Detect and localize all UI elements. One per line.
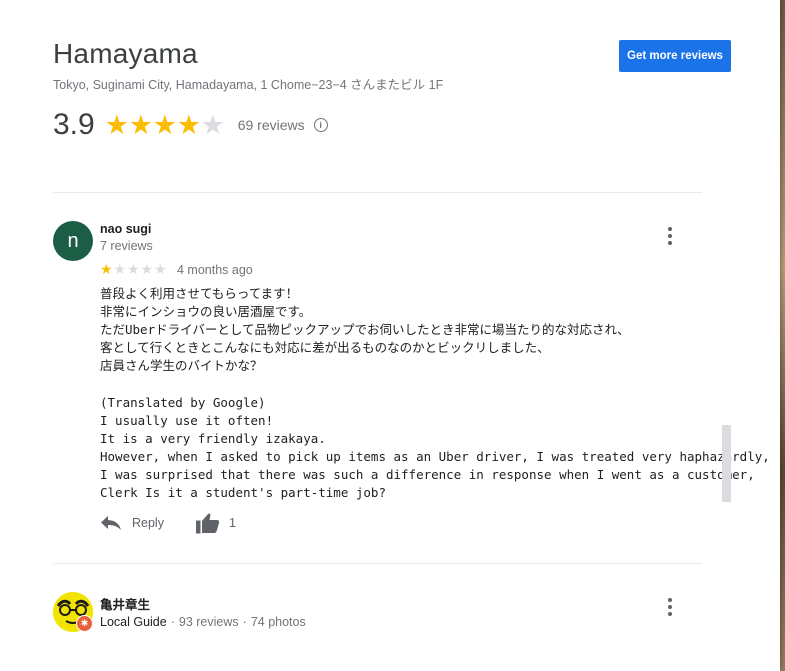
local-guide-label: Local Guide	[100, 615, 167, 629]
review-rating-stars: ★ ★ ★ ★ ★	[100, 262, 168, 276]
place-address: Tokyo, Suginami City, Hamadayama, 1 Chom…	[53, 78, 444, 92]
review-actions: Reply 1	[100, 512, 236, 534]
star-empty-icon: ★	[113, 261, 127, 277]
star-icon: ★	[176, 109, 201, 140]
reply-icon	[101, 516, 121, 530]
review-text: 普段よく利用させてもらってます！ 非常にインショウの良い居酒屋です。 ただUbe…	[100, 286, 770, 501]
star-empty-icon: ★	[200, 109, 225, 140]
separator: ·	[242, 615, 247, 629]
reviewer-review-count: 7 reviews	[100, 239, 153, 253]
star-empty-icon: ★	[127, 261, 140, 277]
reply-label: Reply	[132, 516, 164, 530]
star-icon: ★	[104, 109, 129, 140]
star-empty-icon: ★	[154, 261, 167, 277]
divider	[53, 192, 702, 193]
reviewer-review-count: 93 reviews	[178, 615, 239, 629]
star-icon: ★	[100, 261, 113, 277]
separator: ·	[170, 615, 175, 629]
rating-stars: ★ ★ ★ ★ ★	[104, 109, 225, 140]
like-count: 1	[228, 516, 236, 530]
like-button[interactable]: 1	[195, 512, 236, 534]
get-more-reviews-button[interactable]: Get more reviews	[619, 40, 731, 72]
scrollbar-thumb[interactable]	[722, 425, 731, 502]
star-empty-icon: ★	[140, 261, 154, 277]
reply-button[interactable]: Reply	[100, 515, 164, 531]
more-options-icon[interactable]	[664, 598, 676, 616]
reviewer-name[interactable]: nao sugi	[100, 222, 151, 236]
reviewer-meta: Local Guide · 93 reviews · 74 photos	[100, 615, 306, 629]
local-guide-badge-icon: ✱	[76, 615, 93, 632]
reviews-dialog: Hamayama Tokyo, Suginami City, Hamadayam…	[0, 0, 780, 671]
thumbs-up-icon	[195, 513, 220, 534]
divider	[53, 563, 702, 564]
info-icon[interactable]: i	[313, 118, 328, 132]
review-date: 4 months ago	[177, 263, 253, 277]
review-count: 69 reviews	[237, 117, 305, 133]
place-title: Hamayama	[53, 38, 198, 69]
reviewer-photo-count: 74 photos	[250, 615, 306, 629]
avatar[interactable]: n	[53, 221, 93, 261]
star-icon: ★	[152, 109, 177, 140]
reviewer-name[interactable]: 亀井章生	[100, 594, 150, 613]
average-rating: 3.9	[53, 108, 95, 141]
star-icon: ★	[128, 109, 153, 140]
more-options-icon[interactable]	[664, 227, 676, 245]
rating-summary: 3.9 ★ ★ ★ ★ ★ 69 reviews i	[53, 108, 328, 142]
